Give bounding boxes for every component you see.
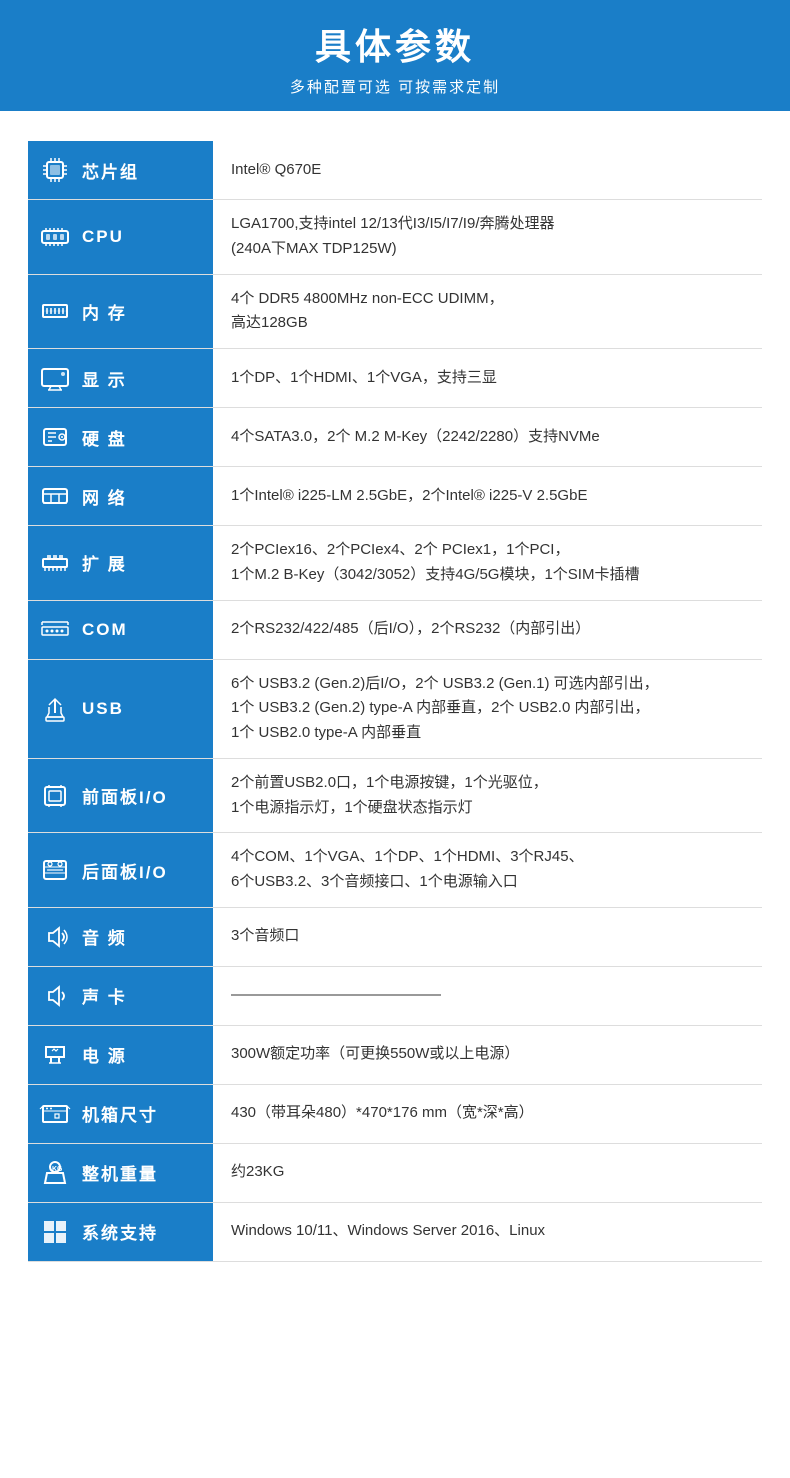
label-text-os: 系统支持 bbox=[82, 1219, 158, 1244]
label-text-usb: USB bbox=[82, 699, 124, 719]
chassis-icon bbox=[36, 1095, 74, 1133]
weight-icon: KG bbox=[36, 1154, 74, 1192]
cpu-icon bbox=[36, 218, 74, 256]
value-cell-power: 300W额定功率（可更换550W或以上电源） bbox=[213, 1025, 762, 1084]
front-panel-icon bbox=[36, 777, 74, 815]
table-row: 芯片组 Intel® Q670E bbox=[28, 141, 762, 200]
label-text-rear-io: 后面板I/O bbox=[82, 858, 168, 883]
label-text-soundcard: 声 卡 bbox=[82, 983, 127, 1008]
label-cell-weight: KG 整机重量 bbox=[28, 1143, 213, 1202]
network-icon bbox=[36, 477, 74, 515]
label-cell-memory: 内 存 bbox=[28, 274, 213, 349]
value-cell-memory: 4个 DDR5 4800MHz non-ECC UDIMM， 高达128GB bbox=[213, 274, 762, 349]
soundcard-icon bbox=[36, 977, 74, 1015]
label-text-com: COM bbox=[82, 620, 128, 640]
value-cell-display: 1个DP、1个HDMI、1个VGA，支持三显 bbox=[213, 349, 762, 408]
label-cell-power: 电 源 bbox=[28, 1025, 213, 1084]
label-text-expansion: 扩 展 bbox=[82, 550, 127, 575]
label-cell-rear-io: 后面板I/O bbox=[28, 833, 213, 908]
label-text-chassis: 机箱尺寸 bbox=[82, 1101, 158, 1126]
label-cell-soundcard: 声 卡 bbox=[28, 966, 213, 1025]
audio-icon bbox=[36, 918, 74, 956]
label-cell-expansion: 扩 展 bbox=[28, 526, 213, 601]
table-row: 系统支持 Windows 10/11、Windows Server 2016、Li… bbox=[28, 1202, 762, 1261]
chip-icon bbox=[36, 151, 74, 189]
label-cell-chipset: 芯片组 bbox=[28, 141, 213, 200]
table-row: 硬 盘 4个SATA3.0，2个 M.2 M-Key（2242/2280）支持NV… bbox=[28, 408, 762, 467]
storage-icon bbox=[36, 418, 74, 456]
label-text-weight: 整机重量 bbox=[82, 1160, 158, 1185]
usb-icon bbox=[36, 690, 74, 728]
table-row: KG 整机重量约23KG bbox=[28, 1143, 762, 1202]
display-icon bbox=[36, 359, 74, 397]
value-cell-rear-io: 4个COM、1个VGA、1个DP、1个HDMI、3个RJ45、 6个USB3.2… bbox=[213, 833, 762, 908]
table-row: 网 络 1个Intel® i225-LM 2.5GbE，2个Intel® i225… bbox=[28, 467, 762, 526]
table-row: 音 频 3个音频口 bbox=[28, 907, 762, 966]
table-row: 内 存 4个 DDR5 4800MHz non-ECC UDIMM， 高达128G… bbox=[28, 274, 762, 349]
table-row: USB 6个 USB3.2 (Gen.2)后I/O，2个 USB3.2 (Gen.… bbox=[28, 659, 762, 758]
table-row: COM 2个RS232/422/485（后I/O），2个RS232（内部引出） bbox=[28, 600, 762, 659]
svg-text:KG: KG bbox=[52, 1166, 63, 1173]
label-text-front-io: 前面板I/O bbox=[82, 783, 168, 808]
expansion-icon bbox=[36, 544, 74, 582]
value-cell-soundcard: —————————————— bbox=[213, 966, 762, 1025]
memory-icon bbox=[36, 292, 74, 330]
label-text-display: 显 示 bbox=[82, 366, 127, 391]
table-row: 前面板I/O 2个前置USB2.0口，1个电源按键，1个光驱位， 1个电源指示灯，… bbox=[28, 758, 762, 833]
label-cell-usb: USB bbox=[28, 659, 213, 758]
value-cell-os: Windows 10/11、Windows Server 2016、Linux bbox=[213, 1202, 762, 1261]
com-icon bbox=[36, 611, 74, 649]
label-text-audio: 音 频 bbox=[82, 924, 127, 949]
value-cell-weight: 约23KG bbox=[213, 1143, 762, 1202]
content-area: 芯片组 Intel® Q670E CPU LGA1700,支持intel 12/13… bbox=[0, 111, 790, 1302]
power-icon bbox=[36, 1036, 74, 1074]
label-text-cpu: CPU bbox=[82, 227, 124, 247]
table-row: 电 源 300W额定功率（可更换550W或以上电源） bbox=[28, 1025, 762, 1084]
label-cell-chassis: 机箱尺寸 bbox=[28, 1084, 213, 1143]
value-cell-network: 1个Intel® i225-LM 2.5GbE，2个Intel® i225-V … bbox=[213, 467, 762, 526]
value-cell-com: 2个RS232/422/485（后I/O），2个RS232（内部引出） bbox=[213, 600, 762, 659]
table-row: 声 卡 —————————————— bbox=[28, 966, 762, 1025]
label-cell-com: COM bbox=[28, 600, 213, 659]
table-row: 显 示 1个DP、1个HDMI、1个VGA，支持三显 bbox=[28, 349, 762, 408]
value-cell-expansion: 2个PCIex16、2个PCIex4、2个 PCIex1，1个PCI， 1个M.… bbox=[213, 526, 762, 601]
page-subtitle: 多种配置可选 可按需求定制 bbox=[10, 76, 780, 97]
label-cell-audio: 音 频 bbox=[28, 907, 213, 966]
value-cell-storage: 4个SATA3.0，2个 M.2 M-Key（2242/2280）支持NVMe bbox=[213, 408, 762, 467]
value-cell-front-io: 2个前置USB2.0口，1个电源按键，1个光驱位， 1个电源指示灯，1个硬盘状态… bbox=[213, 758, 762, 833]
label-cell-cpu: CPU bbox=[28, 200, 213, 275]
label-text-network: 网 络 bbox=[82, 484, 127, 509]
label-text-memory: 内 存 bbox=[82, 299, 127, 324]
header: 具体参数 多种配置可选 可按需求定制 bbox=[0, 0, 790, 111]
table-row: 扩 展 2个PCIex16、2个PCIex4、2个 PCIex1，1个PCI， 1… bbox=[28, 526, 762, 601]
table-row: 后面板I/O 4个COM、1个VGA、1个DP、1个HDMI、3个RJ45、 6个… bbox=[28, 833, 762, 908]
specs-table: 芯片组 Intel® Q670E CPU LGA1700,支持intel 12/13… bbox=[28, 141, 762, 1262]
value-cell-chassis: 430（带耳朵480）*470*176 mm（宽*深*高） bbox=[213, 1084, 762, 1143]
value-cell-cpu: LGA1700,支持intel 12/13代I3/I5/I7/I9/奔腾处理器 … bbox=[213, 200, 762, 275]
value-cell-audio: 3个音频口 bbox=[213, 907, 762, 966]
label-text-chipset: 芯片组 bbox=[82, 158, 139, 183]
value-cell-usb: 6个 USB3.2 (Gen.2)后I/O，2个 USB3.2 (Gen.1) … bbox=[213, 659, 762, 758]
os-icon bbox=[36, 1213, 74, 1251]
label-text-power: 电 源 bbox=[82, 1042, 127, 1067]
label-cell-network: 网 络 bbox=[28, 467, 213, 526]
rear-panel-icon bbox=[36, 851, 74, 889]
page-title: 具体参数 bbox=[10, 18, 780, 70]
table-row: CPU LGA1700,支持intel 12/13代I3/I5/I7/I9/奔腾处… bbox=[28, 200, 762, 275]
value-cell-chipset: Intel® Q670E bbox=[213, 141, 762, 200]
label-cell-os: 系统支持 bbox=[28, 1202, 213, 1261]
label-cell-display: 显 示 bbox=[28, 349, 213, 408]
table-row: 机箱尺寸 430（带耳朵480）*470*176 mm（宽*深*高） bbox=[28, 1084, 762, 1143]
label-cell-storage: 硬 盘 bbox=[28, 408, 213, 467]
label-cell-front-io: 前面板I/O bbox=[28, 758, 213, 833]
label-text-storage: 硬 盘 bbox=[82, 425, 127, 450]
